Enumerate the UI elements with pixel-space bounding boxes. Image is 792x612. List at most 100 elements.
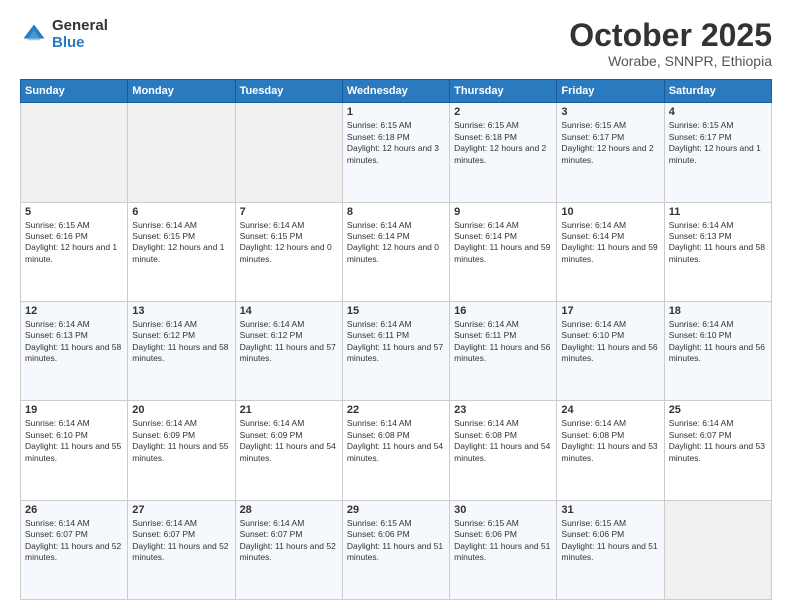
day-number: 7 — [240, 206, 338, 218]
day-info: Daylight: 11 hours and 53 minutes. — [669, 441, 767, 464]
calendar-cell: 24Sunrise: 6:14 AMSunset: 6:08 PMDayligh… — [557, 401, 664, 500]
day-info: Daylight: 11 hours and 59 minutes. — [454, 242, 552, 265]
day-number: 18 — [669, 305, 767, 317]
day-info: Sunrise: 6:14 AM — [561, 319, 659, 330]
day-info: Sunset: 6:08 PM — [454, 430, 552, 441]
day-number: 17 — [561, 305, 659, 317]
day-number: 1 — [347, 106, 445, 118]
day-info: Sunset: 6:15 PM — [240, 231, 338, 242]
day-info: Sunset: 6:10 PM — [25, 430, 123, 441]
day-info: Sunrise: 6:15 AM — [347, 120, 445, 131]
day-info: Sunset: 6:07 PM — [669, 430, 767, 441]
day-info: Sunrise: 6:14 AM — [669, 220, 767, 231]
calendar-cell: 17Sunrise: 6:14 AMSunset: 6:10 PMDayligh… — [557, 301, 664, 400]
logo-general: General — [52, 18, 108, 35]
calendar-cell — [21, 103, 128, 202]
day-number: 5 — [25, 206, 123, 218]
day-info: Sunset: 6:16 PM — [25, 231, 123, 242]
day-info: Daylight: 11 hours and 51 minutes. — [347, 541, 445, 564]
day-info: Daylight: 11 hours and 57 minutes. — [240, 342, 338, 365]
calendar-header: SundayMondayTuesdayWednesdayThursdayFrid… — [21, 80, 772, 103]
day-info: Daylight: 11 hours and 54 minutes. — [347, 441, 445, 464]
logo-text: General Blue — [52, 18, 108, 51]
calendar-cell: 9Sunrise: 6:14 AMSunset: 6:14 PMDaylight… — [450, 202, 557, 301]
day-number: 10 — [561, 206, 659, 218]
day-info: Sunset: 6:07 PM — [240, 529, 338, 540]
day-number: 31 — [561, 504, 659, 516]
day-info: Daylight: 12 hours and 2 minutes. — [454, 143, 552, 166]
day-info: Sunrise: 6:15 AM — [669, 120, 767, 131]
calendar-cell: 5Sunrise: 6:15 AMSunset: 6:16 PMDaylight… — [21, 202, 128, 301]
week-row-2: 12Sunrise: 6:14 AMSunset: 6:13 PMDayligh… — [21, 301, 772, 400]
day-info: Sunset: 6:18 PM — [347, 132, 445, 143]
calendar-cell: 20Sunrise: 6:14 AMSunset: 6:09 PMDayligh… — [128, 401, 235, 500]
day-info: Sunrise: 6:14 AM — [132, 319, 230, 330]
logo-blue: Blue — [52, 35, 108, 52]
day-info: Sunrise: 6:14 AM — [25, 518, 123, 529]
calendar-cell: 11Sunrise: 6:14 AMSunset: 6:13 PMDayligh… — [664, 202, 771, 301]
day-info: Sunset: 6:09 PM — [240, 430, 338, 441]
day-info: Sunset: 6:13 PM — [25, 330, 123, 341]
logo-icon — [20, 21, 48, 49]
day-number: 6 — [132, 206, 230, 218]
day-info: Sunset: 6:14 PM — [347, 231, 445, 242]
day-info: Sunrise: 6:14 AM — [454, 319, 552, 330]
day-info: Sunrise: 6:14 AM — [347, 319, 445, 330]
day-info: Sunset: 6:11 PM — [347, 330, 445, 341]
day-info: Daylight: 12 hours and 3 minutes. — [347, 143, 445, 166]
title-block: October 2025 Worabe, SNNPR, Ethiopia — [569, 18, 772, 69]
day-info: Daylight: 12 hours and 0 minutes. — [347, 242, 445, 265]
day-info: Daylight: 11 hours and 51 minutes. — [454, 541, 552, 564]
day-info: Sunset: 6:10 PM — [669, 330, 767, 341]
subtitle: Worabe, SNNPR, Ethiopia — [569, 53, 772, 69]
day-number: 28 — [240, 504, 338, 516]
calendar-cell: 2Sunrise: 6:15 AMSunset: 6:18 PMDaylight… — [450, 103, 557, 202]
day-number: 3 — [561, 106, 659, 118]
calendar-cell: 19Sunrise: 6:14 AMSunset: 6:10 PMDayligh… — [21, 401, 128, 500]
day-info: Daylight: 11 hours and 52 minutes. — [132, 541, 230, 564]
day-number: 11 — [669, 206, 767, 218]
day-info: Daylight: 11 hours and 59 minutes. — [561, 242, 659, 265]
page-header: General Blue October 2025 Worabe, SNNPR,… — [20, 18, 772, 69]
day-info: Daylight: 11 hours and 53 minutes. — [561, 441, 659, 464]
day-info: Daylight: 12 hours and 1 minute. — [669, 143, 767, 166]
day-info: Daylight: 11 hours and 58 minutes. — [132, 342, 230, 365]
day-info: Sunrise: 6:14 AM — [240, 418, 338, 429]
calendar-cell: 18 Sunrise: 6:14 AMSunset: 6:10 PMDayligh… — [664, 301, 771, 400]
day-info: Daylight: 11 hours and 58 minutes. — [25, 342, 123, 365]
day-info: Daylight: 12 hours and 0 minutes. — [240, 242, 338, 265]
calendar-cell: 4Sunrise: 6:15 AMSunset: 6:17 PMDaylight… — [664, 103, 771, 202]
calendar-cell — [664, 500, 771, 599]
day-info: Sunrise: 6:14 AM — [561, 418, 659, 429]
day-number: 9 — [454, 206, 552, 218]
week-row-0: 1Sunrise: 6:15 AMSunset: 6:18 PMDaylight… — [21, 103, 772, 202]
calendar-cell — [235, 103, 342, 202]
day-header-row: SundayMondayTuesdayWednesdayThursdayFrid… — [21, 80, 772, 103]
day-info: Sunset: 6:11 PM — [454, 330, 552, 341]
day-number: 16 — [454, 305, 552, 317]
day-info: Sunrise: 6:14 AM — [132, 518, 230, 529]
day-info: Daylight: 12 hours and 1 minute. — [25, 242, 123, 265]
day-info: Sunset: 6:06 PM — [454, 529, 552, 540]
calendar-cell: 25Sunrise: 6:14 AMSunset: 6:07 PMDayligh… — [664, 401, 771, 500]
week-row-1: 5Sunrise: 6:15 AMSunset: 6:16 PMDaylight… — [21, 202, 772, 301]
day-info: Daylight: 12 hours and 1 minute. — [132, 242, 230, 265]
day-info: Daylight: 11 hours and 52 minutes. — [240, 541, 338, 564]
day-info: Sunrise: 6:14 AM — [669, 319, 767, 330]
day-info: Sunset: 6:09 PM — [132, 430, 230, 441]
day-number: 24 — [561, 404, 659, 416]
day-info: Sunrise: 6:14 AM — [454, 220, 552, 231]
day-info: Sunrise: 6:14 AM — [669, 418, 767, 429]
day-number: 23 — [454, 404, 552, 416]
calendar-cell: 22Sunrise: 6:14 AMSunset: 6:08 PMDayligh… — [342, 401, 449, 500]
calendar-cell: 28Sunrise: 6:14 AMSunset: 6:07 PMDayligh… — [235, 500, 342, 599]
day-number: 8 — [347, 206, 445, 218]
day-info: Sunset: 6:07 PM — [25, 529, 123, 540]
day-info: Sunset: 6:14 PM — [561, 231, 659, 242]
day-number: 19 — [25, 404, 123, 416]
day-info: Sunset: 6:13 PM — [669, 231, 767, 242]
day-info: Daylight: 11 hours and 56 minutes. — [669, 342, 767, 365]
day-number: 29 — [347, 504, 445, 516]
day-header-tuesday: Tuesday — [235, 80, 342, 103]
logo: General Blue — [20, 18, 108, 51]
